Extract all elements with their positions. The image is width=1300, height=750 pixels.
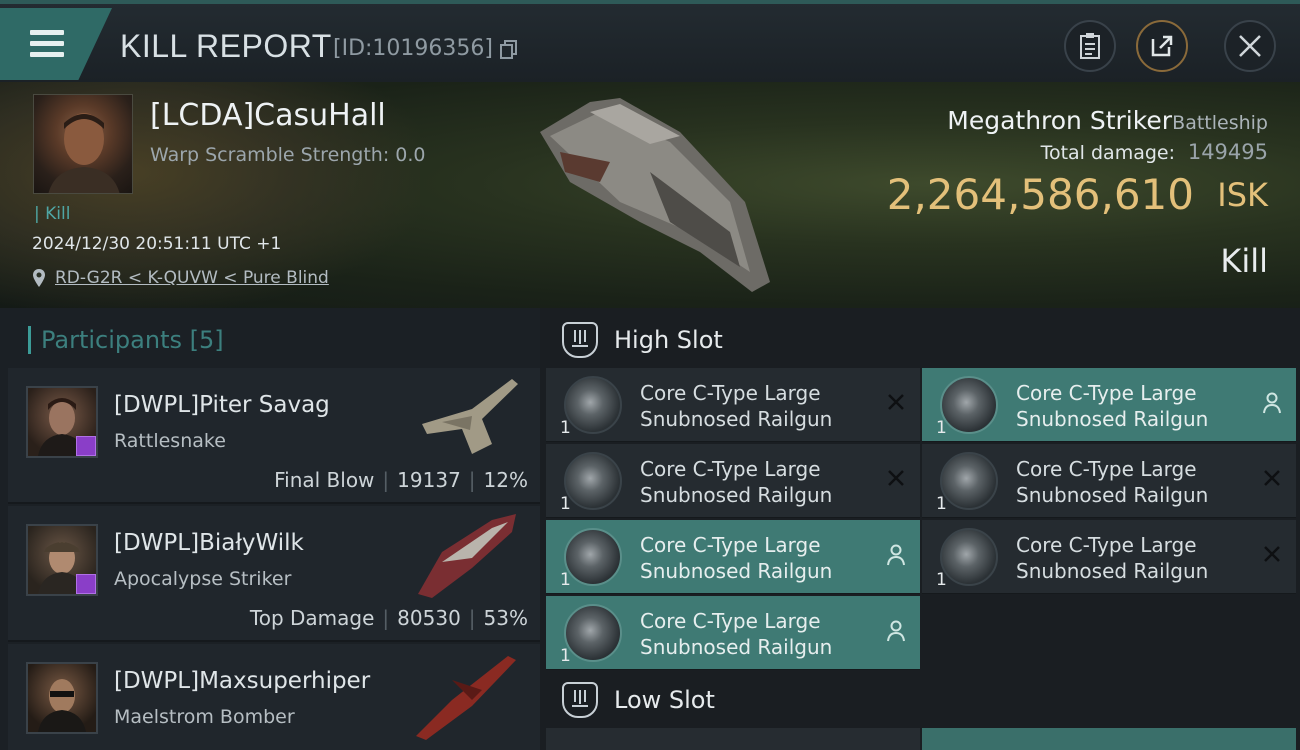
module-quantity: 1	[560, 570, 571, 590]
module-name: Core C-Type Large Snubnosed Railgun	[640, 533, 833, 583]
high-slot-label: High Slot	[614, 326, 723, 354]
total-damage-label: Total damage:	[1040, 142, 1175, 164]
participant-ship: Maelstrom Bomber	[114, 706, 295, 728]
warp-scramble-strength: Warp Scramble Strength: 0.0	[150, 144, 426, 166]
dropped-person-icon	[887, 620, 905, 642]
victim-ship-name[interactable]: Megathron Striker	[947, 106, 1172, 135]
kill-time: 2024/12/30 20:51:11 UTC +1	[32, 234, 282, 254]
clipboard-icon	[1080, 33, 1100, 59]
kill-report-window: KILL REPORT [ID:10196356] [LCDA]CasuHall…	[0, 0, 1300, 750]
destroyed-icon	[1264, 546, 1280, 562]
railgun-icon	[564, 528, 622, 586]
module-item[interactable]: 1 Core C-Type Large Snubnosed Railgun	[546, 444, 920, 518]
destroyed-icon	[1264, 470, 1280, 486]
total-damage-value: 149495	[1187, 140, 1268, 164]
module-item[interactable]: 1 Core C-Type Large Snubnosed Railgun	[546, 596, 920, 670]
module-quantity: 1	[936, 494, 947, 514]
participant-row[interactable]: [DWPL]BiałyWilk Apocalypse Striker Top D…	[8, 506, 540, 642]
module-item[interactable]: 1 Core C-Type Large Snubnosed Railgun	[546, 520, 920, 594]
participant-damage: 19137	[397, 468, 461, 492]
participants-panel: Participants [5] [DWPL]Piter Savag Rattl…	[0, 308, 540, 750]
low-slot-label: Low Slot	[614, 686, 715, 714]
module-name: Core C-Type Large Snubnosed Railgun	[1016, 457, 1209, 507]
participant-ship: Apocalypse Striker	[114, 568, 292, 590]
railgun-icon	[564, 376, 622, 434]
clipboard-button[interactable]	[1064, 20, 1116, 72]
header-bar: KILL REPORT [ID:10196356]	[0, 0, 1300, 82]
participant-stats: Top Damage | 80530 | 53%	[249, 606, 528, 630]
low-slot-icon	[562, 682, 598, 718]
isk-value: 2,264,586,610	[886, 170, 1194, 219]
railgun-icon	[564, 452, 622, 510]
destroyed-icon	[888, 394, 904, 410]
participant-ship-image	[422, 379, 518, 454]
menu-button[interactable]	[0, 8, 112, 80]
location-pin-icon	[33, 269, 45, 287]
module-item[interactable]: 1 Core C-Type Large Snubnosed Railgun	[922, 368, 1296, 442]
victim-portrait[interactable]	[33, 94, 133, 194]
module-name: Core C-Type Large Snubnosed Railgun	[640, 457, 833, 507]
location-link[interactable]: RD-G2R < K-QUVW < Pure Blind	[55, 268, 329, 288]
participant-portrait	[26, 662, 98, 734]
share-icon	[1151, 35, 1173, 57]
victim-banner: [LCDA]CasuHall Warp Scramble Strength: 0…	[0, 82, 1300, 308]
participant-row[interactable]: [DWPL]Piter Savag Rattlesnake Final Blow…	[8, 368, 540, 504]
report-id: [ID:10196356]	[333, 36, 493, 61]
isk-unit: ISK	[1217, 176, 1268, 214]
module-item[interactable]: 1 Core C-Type Large Snubnosed Railgun	[922, 444, 1296, 518]
participants-header: Participants [5]	[28, 326, 224, 354]
module-name: Core C-Type Large Snubnosed Railgun	[1016, 381, 1209, 431]
close-button[interactable]	[1224, 20, 1276, 72]
railgun-icon	[940, 452, 998, 510]
high-slot-header: High Slot	[546, 310, 1300, 370]
corp-badge-icon	[76, 436, 96, 456]
railgun-icon	[564, 604, 622, 662]
participant-name: [DWPL]Maxsuperhiper	[114, 668, 371, 694]
module-quantity: 1	[560, 418, 571, 438]
module-quantity: 1	[936, 570, 947, 590]
module-quantity: 1	[560, 646, 571, 666]
participant-damage: 80530	[397, 606, 461, 630]
participant-role: Top Damage	[249, 606, 375, 630]
module-quantity: 1	[560, 494, 571, 514]
module-item[interactable]: 1 Core C-Type Large Snubnosed Railgun	[922, 520, 1296, 594]
participant-ship-image	[416, 656, 516, 740]
module-name: Core C-Type Large Snubnosed Railgun	[1016, 533, 1209, 583]
low-slot-header: Low Slot	[546, 670, 1300, 730]
dropped-person-icon	[1263, 392, 1281, 414]
participant-stats: Final Blow | 19137 | 12%	[274, 468, 528, 492]
participant-ship: Rattlesnake	[114, 430, 226, 452]
participant-role: Final Blow	[274, 468, 375, 492]
corp-badge-icon	[76, 574, 96, 594]
module-item[interactable]: 1 Core C-Type Large Snubnosed Railgun	[546, 368, 920, 442]
high-slot-icon	[562, 322, 598, 358]
close-icon	[1239, 35, 1261, 57]
participant-name: [DWPL]BiałyWilk	[114, 530, 304, 556]
railgun-icon	[940, 376, 998, 434]
dropped-person-icon	[887, 544, 905, 566]
participant-row[interactable]: [DWPL]Maxsuperhiper Maelstrom Bomber	[8, 644, 540, 750]
participant-ship-image	[418, 514, 516, 598]
module-quantity: 1	[936, 418, 947, 438]
page-title: KILL REPORT	[120, 28, 332, 64]
participant-percent: 12%	[483, 468, 528, 492]
fitting-panel: High Slot 1 Core C-Type Large Snubnosed R…	[540, 308, 1300, 750]
railgun-icon	[940, 528, 998, 586]
participant-percent: 53%	[483, 606, 528, 630]
module-name: Core C-Type Large Snubnosed Railgun	[640, 609, 833, 659]
low-slot-module-peek[interactable]	[546, 728, 920, 750]
victim-name[interactable]: [LCDA]CasuHall	[150, 98, 386, 133]
module-name: Core C-Type Large Snubnosed Railgun	[640, 381, 833, 431]
copy-icon[interactable]	[500, 40, 518, 60]
destroyed-icon	[888, 470, 904, 486]
result-label: Kill	[1220, 242, 1268, 280]
victim-ship-class: Battleship	[1172, 112, 1268, 134]
kill-tag: | Kill	[34, 204, 71, 224]
share-button[interactable]	[1136, 20, 1188, 72]
low-slot-module-peek[interactable]	[922, 728, 1296, 750]
participant-name: [DWPL]Piter Savag	[114, 392, 330, 418]
victim-ship-image[interactable]	[530, 92, 780, 302]
